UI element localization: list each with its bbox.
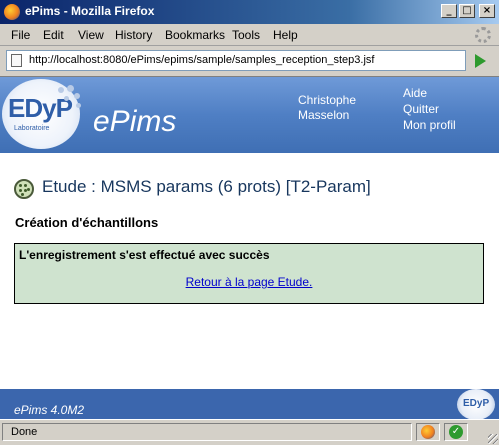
- success-message: L'enregistrement s'est effectué avec suc…: [19, 248, 270, 262]
- page-content: EDyP Laboratoire ePims Christophe Massel…: [0, 76, 499, 419]
- menu-tools[interactable]: Tools: [232, 28, 260, 42]
- page-icon: [11, 54, 22, 67]
- menu-help[interactable]: Help: [273, 28, 298, 42]
- throbber-icon: [475, 27, 491, 43]
- minimize-button[interactable]: _: [441, 4, 457, 18]
- footer-logo-text: EDyP: [463, 398, 490, 409]
- window-titlebar: ePims - Mozilla Firefox _ □ ×: [0, 0, 499, 24]
- menu-view[interactable]: View: [78, 28, 104, 42]
- go-arrow-icon: [475, 54, 486, 68]
- status-cell-security[interactable]: ✓: [444, 423, 468, 441]
- url-text[interactable]: http://localhost:8080/ePims/epims/sample…: [29, 54, 374, 66]
- page-title: Etude : MSMS params (6 prots) [T2-Param]: [42, 177, 371, 196]
- footer-logo: EDyP: [457, 389, 495, 419]
- close-button[interactable]: ×: [479, 4, 495, 18]
- logo-dots: [54, 85, 84, 115]
- menu-file[interactable]: File: [11, 28, 30, 42]
- edyp-logo[interactable]: EDyP Laboratoire: [2, 79, 81, 149]
- check-icon: ✓: [449, 425, 463, 439]
- version-label: ePims 4.0M2: [14, 403, 85, 417]
- status-cell-firefox[interactable]: [416, 423, 440, 441]
- app-name: ePims: [93, 105, 177, 138]
- menu-bar: File Edit View History Bookmarks Tools H…: [0, 24, 499, 46]
- app-footer: ePims 4.0M2 EDyP: [0, 389, 499, 419]
- back-to-study-link[interactable]: Retour à la page Etude.: [15, 275, 483, 289]
- menu-edit[interactable]: Edit: [43, 28, 64, 42]
- navigation-bar: http://localhost:8080/ePims/epims/sample…: [0, 46, 499, 76]
- header-links: Aide Quitter Mon profil: [403, 85, 456, 133]
- maximize-button[interactable]: □: [459, 4, 475, 18]
- user-name: Christophe Masselon: [298, 93, 357, 122]
- success-message-box: L'enregistrement s'est effectué avec suc…: [14, 243, 484, 304]
- menu-bookmarks[interactable]: Bookmarks: [165, 28, 225, 42]
- link-quitter[interactable]: Quitter: [403, 101, 456, 117]
- link-aide[interactable]: Aide: [403, 85, 456, 101]
- window-title: ePims - Mozilla Firefox: [25, 4, 155, 18]
- status-text: Done: [11, 426, 38, 438]
- url-bar[interactable]: http://localhost:8080/ePims/epims/sample…: [6, 50, 466, 71]
- menu-history[interactable]: History: [115, 28, 152, 42]
- status-panel: Done: [2, 423, 412, 441]
- status-bar: Done ✓: [0, 419, 499, 445]
- app-header: EDyP Laboratoire ePims Christophe Massel…: [0, 77, 499, 153]
- section-title: Création d'échantillons: [15, 215, 159, 230]
- firefox-status-icon: [421, 425, 435, 439]
- study-icon: [14, 179, 34, 199]
- resize-grip[interactable]: [488, 434, 498, 444]
- go-button[interactable]: [469, 52, 491, 70]
- firefox-icon: [4, 4, 20, 20]
- link-mon-profil[interactable]: Mon profil: [403, 117, 456, 133]
- logo-subtitle: Laboratoire: [14, 125, 50, 132]
